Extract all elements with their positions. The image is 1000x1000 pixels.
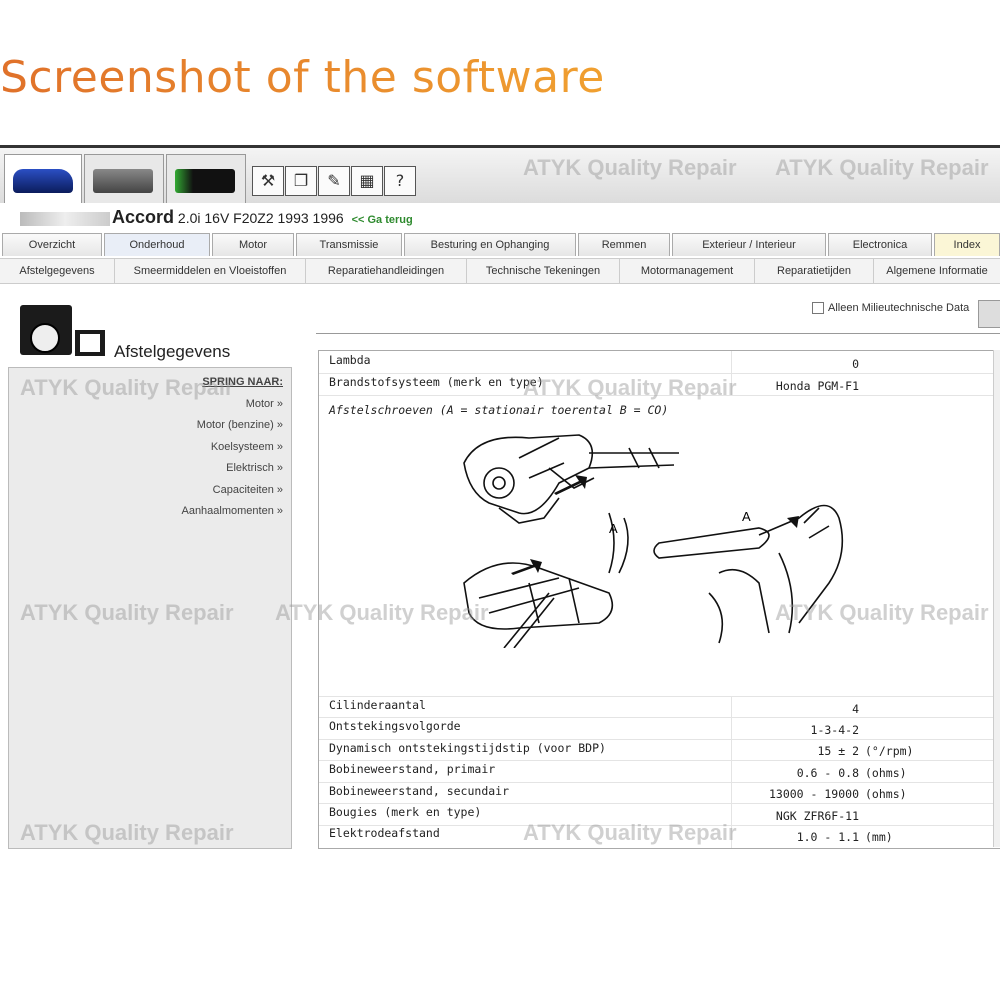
checkbox-icon[interactable] <box>812 302 824 315</box>
row-value-brandstof: Honda PGM-F1 <box>775 379 859 393</box>
jump-link-aanhaalmomenten[interactable]: Aanhaalmomenten » <box>181 505 283 517</box>
vehicle-header: Accord 2.0i 16V F20Z2 1993 1996 << Ga te… <box>20 207 413 228</box>
vertical-scrollbar[interactable] <box>993 350 1000 847</box>
jump-panel: SPRING NAAR: Motor » Motor (benzine) » K… <box>8 367 292 849</box>
row-unit-elektrodeafstand: (mm) <box>865 830 893 844</box>
row-divider <box>319 739 1000 740</box>
vehicle-details: 2.0i 16V F20Z2 1993 1996 <box>177 210 344 226</box>
copy-icon[interactable]: ❐ <box>285 166 317 196</box>
help-icon[interactable]: ? <box>384 166 416 196</box>
row-value-ontstekingstijdstip: 15 ± 2 <box>817 744 859 758</box>
jump-link-elektrisch[interactable]: Elektrisch » <box>226 462 283 474</box>
row-value-lambda: 0 <box>852 357 859 371</box>
subtab-motormanagement[interactable]: Motormanagement <box>620 259 755 283</box>
engine-tab[interactable] <box>84 154 164 203</box>
tab-remmen[interactable]: Remmen <box>578 233 670 256</box>
app-window: ⚒ ❐ ✎ ▦ ? Accord 2.0i 16V F20Z2 1993 199… <box>0 145 1000 855</box>
arrow-icon <box>511 559 542 575</box>
edit-icon[interactable]: ✎ <box>318 166 350 196</box>
row-label-ontstekingstijdstip: Dynamisch ontstekingstijdstip (voor BDP) <box>329 741 606 755</box>
jump-title: SPRING NAAR: <box>202 376 283 388</box>
tools-icon[interactable]: ⚒ <box>252 166 284 196</box>
subtab-reparatiehandleidingen[interactable]: Reparatiehandleidingen <box>306 259 467 283</box>
row-label-bobine-primair: Bobineweerstand, primair <box>329 762 496 776</box>
jump-link-koelsysteem[interactable]: Koelsysteem » <box>211 441 283 453</box>
toolbar: ⚒ ❐ ✎ ▦ ? <box>0 145 1000 203</box>
row-divider <box>319 760 1000 761</box>
jump-link-motor-benzine[interactable]: Motor (benzine) » <box>197 419 283 431</box>
filter-button[interactable] <box>978 300 1000 328</box>
subtab-algemene-informatie[interactable]: Algemene Informatie <box>874 259 1000 283</box>
tab-onderhoud[interactable]: Onderhoud <box>104 233 210 256</box>
filter-checkbox[interactable]: Alleen Milieutechnische Data <box>812 302 970 315</box>
divider <box>316 333 1000 334</box>
row-label-cilinderaantal: Cilinderaantal <box>329 698 426 712</box>
row-unit-bobine-secundair: (ohms) <box>865 787 907 801</box>
tab-transmissie[interactable]: Transmissie <box>296 233 402 256</box>
row-value-elektrodeafstand: 1.0 - 1.1 <box>796 830 859 844</box>
row-label-ontstekingsvolgorde: Ontstekingsvolgorde <box>329 719 461 733</box>
tool-icon <box>75 330 105 356</box>
filter-label: Alleen Milieutechnische Data <box>828 302 970 314</box>
battery-tab[interactable] <box>166 154 246 203</box>
tab-index[interactable]: Index <box>934 233 1000 256</box>
car-photo-icon <box>13 169 73 193</box>
row-divider <box>319 717 1000 718</box>
row-label-bobine-secundair: Bobineweerstand, secundair <box>329 784 510 798</box>
row-value-bobine-primair: 0.6 - 0.8 <box>796 766 859 780</box>
page-heading: Screenshot of the software <box>0 52 605 103</box>
row-label-lambda: Lambda <box>329 353 371 367</box>
diagram-caption: Afstelschroeven (A = stationair toerenta… <box>329 403 669 417</box>
tab-motor[interactable]: Motor <box>212 233 294 256</box>
jump-link-motor[interactable]: Motor » <box>246 398 283 410</box>
engine-photo-icon <box>93 169 153 193</box>
row-unit-bobine-primair: (ohms) <box>865 766 907 780</box>
tab-electronica[interactable]: Electronica <box>828 233 932 256</box>
main-tabs: Overzicht Onderhoud Motor Transmissie Be… <box>0 233 1000 257</box>
row-value-bobine-secundair: 13000 - 19000 <box>768 787 859 801</box>
adjustment-screws-diagram: A A <box>463 434 844 648</box>
row-label-bougies: Bougies (merk en type) <box>329 805 482 819</box>
row-value-ontstekingsvolgorde: 1-3-4-2 <box>810 723 859 737</box>
row-unit-ontstekingstijdstip: (°/rpm) <box>865 744 914 758</box>
subtab-technische-tekeningen[interactable]: Technische Tekeningen <box>467 259 620 283</box>
row-divider <box>319 373 1000 374</box>
row-divider <box>319 696 1000 697</box>
sub-tabs: Afstelgegevens Smeermiddelen en Vloeisto… <box>0 258 1000 284</box>
blurred-make <box>20 212 110 227</box>
subtab-reparatietijden[interactable]: Reparatietijden <box>755 259 874 283</box>
label-a2: A <box>742 509 751 524</box>
tab-besturing[interactable]: Besturing en Ophanging <box>404 233 576 256</box>
tab-overzicht[interactable]: Overzicht <box>2 233 102 256</box>
data-panel: Lambda 0 Brandstofsysteem (merk en type)… <box>318 350 1000 849</box>
car-tab[interactable] <box>4 154 82 203</box>
row-value-cilinderaantal: 4 <box>852 702 859 716</box>
row-value-bougies: NGK ZFR6F-11 <box>775 809 859 823</box>
jump-link-capaciteiten[interactable]: Capaciteiten » <box>213 484 283 496</box>
adjustment-icon <box>20 305 72 355</box>
row-label-elektrodeafstand: Elektrodeafstand <box>329 826 440 840</box>
row-divider <box>319 395 1000 396</box>
row-divider <box>319 803 1000 804</box>
row-label-brandstof: Brandstofsysteem (merk en type) <box>329 375 544 389</box>
label-a1: A <box>609 521 618 536</box>
battery-photo-icon <box>175 169 235 193</box>
vehicle-model: Accord <box>112 207 175 227</box>
section-title: Afstelgegevens <box>114 342 231 361</box>
tab-exterieur[interactable]: Exterieur / Interieur <box>672 233 826 256</box>
row-divider <box>319 782 1000 783</box>
subtab-afstelgegevens[interactable]: Afstelgegevens <box>0 259 115 283</box>
subtab-smeermiddelen[interactable]: Smeermiddelen en Vloeistoffen <box>115 259 306 283</box>
back-link[interactable]: << Ga terug <box>352 214 413 226</box>
calculator-icon[interactable]: ▦ <box>351 166 383 196</box>
